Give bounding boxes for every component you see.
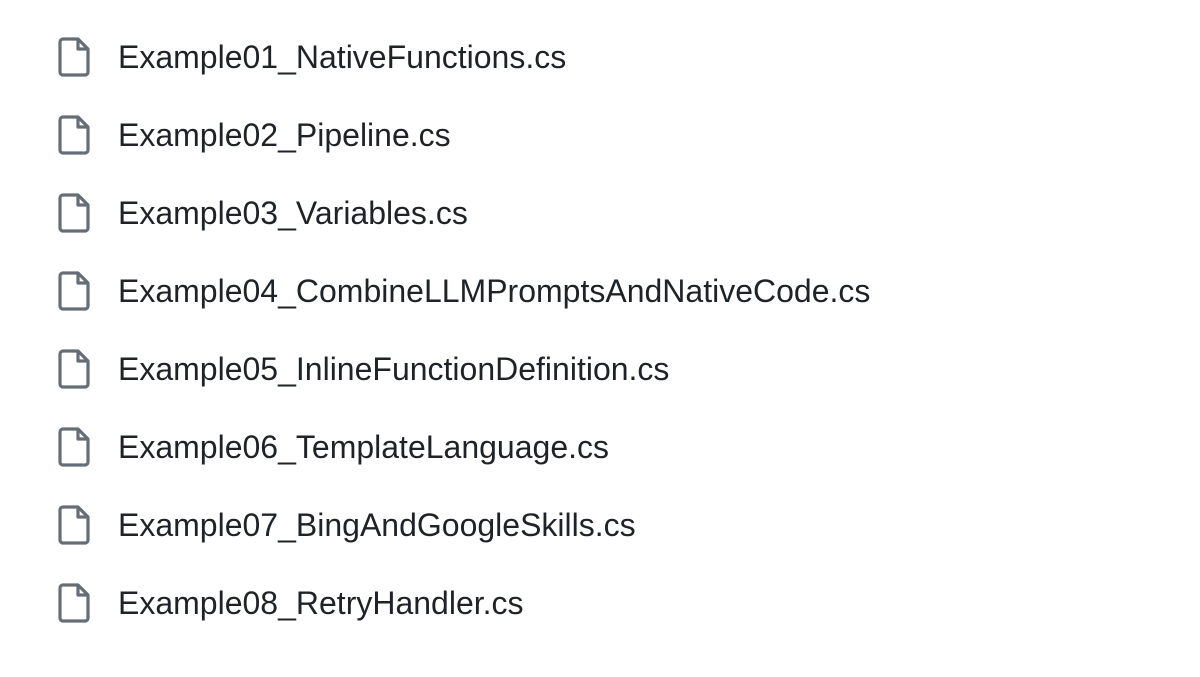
file-icon: [58, 193, 90, 233]
file-name-label: Example07_BingAndGoogleSkills.cs: [118, 505, 636, 545]
file-icon: [58, 505, 90, 545]
file-name-label: Example02_Pipeline.cs: [118, 115, 451, 155]
file-icon: [58, 271, 90, 311]
file-row[interactable]: Example02_Pipeline.cs: [0, 96, 1200, 174]
file-icon: [58, 427, 90, 467]
file-row[interactable]: Example01_NativeFunctions.cs: [0, 18, 1200, 96]
file-row[interactable]: Example06_TemplateLanguage.cs: [0, 408, 1200, 486]
file-icon: [58, 583, 90, 623]
file-name-label: Example01_NativeFunctions.cs: [118, 37, 566, 77]
file-icon: [58, 115, 90, 155]
file-name-label: Example08_RetryHandler.cs: [118, 583, 524, 623]
file-name-label: Example04_CombineLLMPromptsAndNativeCode…: [118, 271, 870, 311]
file-icon: [58, 349, 90, 389]
file-row[interactable]: Example05_InlineFunctionDefinition.cs: [0, 330, 1200, 408]
file-name-label: Example06_TemplateLanguage.cs: [118, 427, 609, 467]
file-row[interactable]: Example08_RetryHandler.cs: [0, 564, 1200, 642]
file-name-label: Example05_InlineFunctionDefinition.cs: [118, 349, 669, 389]
file-row[interactable]: Example04_CombineLLMPromptsAndNativeCode…: [0, 252, 1200, 330]
file-name-label: Example03_Variables.cs: [118, 193, 468, 233]
file-row[interactable]: Example03_Variables.cs: [0, 174, 1200, 252]
file-icon: [58, 37, 90, 77]
file-row[interactable]: Example07_BingAndGoogleSkills.cs: [0, 486, 1200, 564]
file-list: Example01_NativeFunctions.cs Example02_P…: [0, 18, 1200, 642]
